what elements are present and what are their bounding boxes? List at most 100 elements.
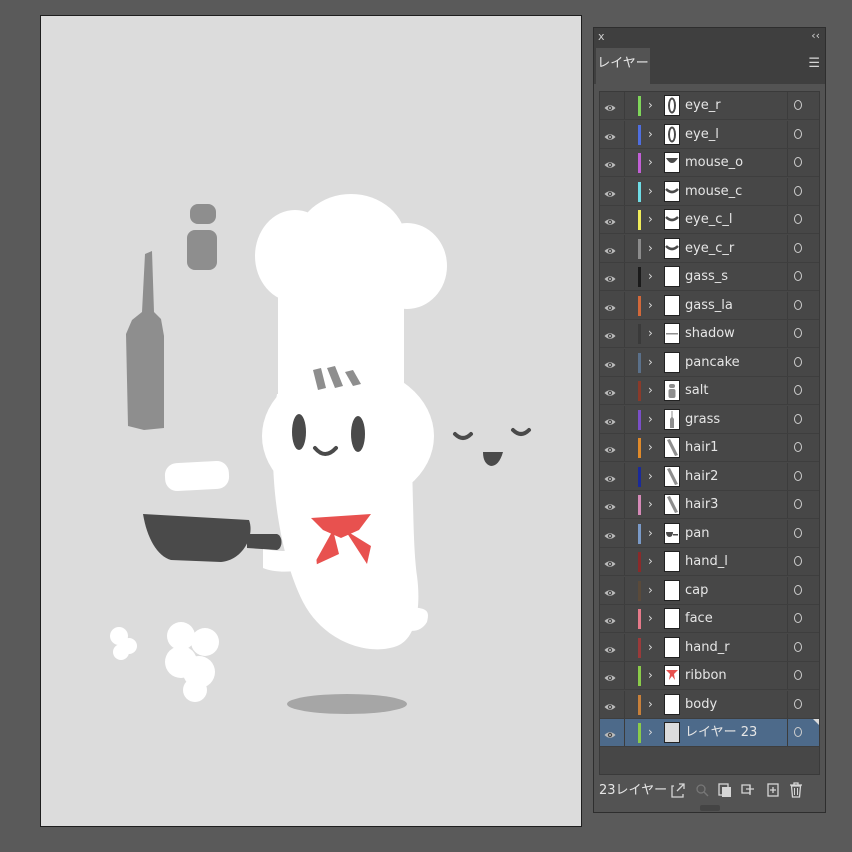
layer-row[interactable]: › salt xyxy=(600,377,819,405)
expand-chevron-icon[interactable]: › xyxy=(648,581,653,599)
target-circle-icon[interactable] xyxy=(794,499,802,509)
expand-chevron-icon[interactable]: › xyxy=(648,210,653,228)
layer-row[interactable]: › mouse_o xyxy=(600,149,819,177)
lock-column[interactable] xyxy=(624,577,625,604)
expand-chevron-icon[interactable]: › xyxy=(648,666,653,684)
visibility-eye-icon[interactable] xyxy=(604,641,616,653)
delete-icon[interactable] xyxy=(789,782,803,798)
layer-row[interactable]: › eye_l xyxy=(600,121,819,149)
new-layer-icon[interactable] xyxy=(766,782,780,798)
layer-name[interactable]: hair1 xyxy=(685,439,718,456)
layer-row[interactable]: › gass_s xyxy=(600,263,819,291)
lock-column[interactable] xyxy=(624,149,625,176)
expand-chevron-icon[interactable]: › xyxy=(648,695,653,713)
layer-name[interactable]: mouse_o xyxy=(685,154,743,171)
layer-name[interactable]: shadow xyxy=(685,325,735,342)
layer-name[interactable]: pan xyxy=(685,525,709,542)
target-circle-icon[interactable] xyxy=(794,214,802,224)
target-circle-icon[interactable] xyxy=(794,471,802,481)
target-circle-icon[interactable] xyxy=(794,271,802,281)
expand-chevron-icon[interactable]: › xyxy=(648,438,653,456)
target-circle-icon[interactable] xyxy=(794,442,802,452)
layer-row[interactable]: › hair2 xyxy=(600,463,819,491)
lock-column[interactable] xyxy=(624,605,625,632)
lock-column[interactable] xyxy=(624,691,625,718)
collapse-button[interactable]: ‹‹ xyxy=(811,29,820,43)
layer-name[interactable]: hair2 xyxy=(685,468,718,485)
lock-column[interactable] xyxy=(624,178,625,205)
target-circle-icon[interactable] xyxy=(794,357,802,367)
layer-row[interactable]: › pancake xyxy=(600,349,819,377)
lock-column[interactable] xyxy=(624,434,625,461)
layer-name[interactable]: face xyxy=(685,610,713,627)
export-icon[interactable] xyxy=(671,782,685,798)
layer-name[interactable]: mouse_c xyxy=(685,183,742,200)
expand-chevron-icon[interactable]: › xyxy=(648,182,653,200)
expand-chevron-icon[interactable]: › xyxy=(648,524,653,542)
expand-chevron-icon[interactable]: › xyxy=(648,552,653,570)
expand-chevron-icon[interactable]: › xyxy=(648,495,653,513)
layer-name[interactable]: grass xyxy=(685,411,720,428)
target-circle-icon[interactable] xyxy=(794,328,802,338)
visibility-eye-icon[interactable] xyxy=(604,356,616,368)
resize-grip[interactable] xyxy=(700,805,720,811)
lock-column[interactable] xyxy=(624,548,625,575)
visibility-eye-icon[interactable] xyxy=(604,99,616,111)
layer-row[interactable]: › eye_c_r xyxy=(600,235,819,263)
target-circle-icon[interactable] xyxy=(794,528,802,538)
layer-row[interactable]: › mouse_c xyxy=(600,178,819,206)
lock-column[interactable] xyxy=(624,634,625,661)
layer-row[interactable]: › hair1 xyxy=(600,434,819,462)
visibility-eye-icon[interactable] xyxy=(604,441,616,453)
lock-column[interactable] xyxy=(624,292,625,319)
layer-row[interactable]: › eye_c_l xyxy=(600,206,819,234)
visibility-eye-icon[interactable] xyxy=(604,213,616,225)
expand-chevron-icon[interactable]: › xyxy=(648,723,653,741)
tab-layers[interactable]: レイヤー xyxy=(596,48,650,84)
layer-row[interactable]: › レイヤー 23 xyxy=(600,719,819,747)
target-circle-icon[interactable] xyxy=(794,243,802,253)
visibility-eye-icon[interactable] xyxy=(604,698,616,710)
visibility-eye-icon[interactable] xyxy=(604,413,616,425)
expand-chevron-icon[interactable]: › xyxy=(648,324,653,342)
target-circle-icon[interactable] xyxy=(794,642,802,652)
visibility-eye-icon[interactable] xyxy=(604,128,616,140)
layer-name[interactable]: gass_la xyxy=(685,297,733,314)
target-circle-icon[interactable] xyxy=(794,385,802,395)
visibility-eye-icon[interactable] xyxy=(604,555,616,567)
visibility-eye-icon[interactable] xyxy=(604,327,616,339)
visibility-eye-icon[interactable] xyxy=(604,669,616,681)
lock-column[interactable] xyxy=(624,406,625,433)
lock-column[interactable] xyxy=(624,320,625,347)
expand-chevron-icon[interactable]: › xyxy=(648,638,653,656)
layer-name[interactable]: eye_c_l xyxy=(685,211,732,228)
layer-row[interactable]: › hand_l xyxy=(600,548,819,576)
layer-row[interactable]: › hand_r xyxy=(600,634,819,662)
visibility-eye-icon[interactable] xyxy=(604,242,616,254)
visibility-eye-icon[interactable] xyxy=(604,527,616,539)
lock-column[interactable] xyxy=(624,520,625,547)
layer-row[interactable]: › pan xyxy=(600,520,819,548)
layer-row[interactable]: › face xyxy=(600,605,819,633)
expand-chevron-icon[interactable]: › xyxy=(648,467,653,485)
lock-column[interactable] xyxy=(624,662,625,689)
target-circle-icon[interactable] xyxy=(794,186,802,196)
visibility-eye-icon[interactable] xyxy=(604,299,616,311)
lock-column[interactable] xyxy=(624,92,625,119)
lock-column[interactable] xyxy=(624,263,625,290)
target-circle-icon[interactable] xyxy=(794,414,802,424)
artboard[interactable] xyxy=(40,15,582,827)
new-sublayer-icon[interactable] xyxy=(741,782,755,798)
visibility-eye-icon[interactable] xyxy=(604,612,616,624)
layer-row[interactable]: › hair3 xyxy=(600,491,819,519)
layer-name[interactable]: hand_r xyxy=(685,639,730,656)
visibility-eye-icon[interactable] xyxy=(604,185,616,197)
expand-chevron-icon[interactable]: › xyxy=(648,353,653,371)
layer-name[interactable]: pancake xyxy=(685,354,740,371)
layer-row[interactable]: › eye_r xyxy=(600,92,819,120)
expand-chevron-icon[interactable]: › xyxy=(648,381,653,399)
target-circle-icon[interactable] xyxy=(794,157,802,167)
layer-name[interactable]: eye_c_r xyxy=(685,240,734,257)
visibility-eye-icon[interactable] xyxy=(604,156,616,168)
visibility-eye-icon[interactable] xyxy=(604,498,616,510)
